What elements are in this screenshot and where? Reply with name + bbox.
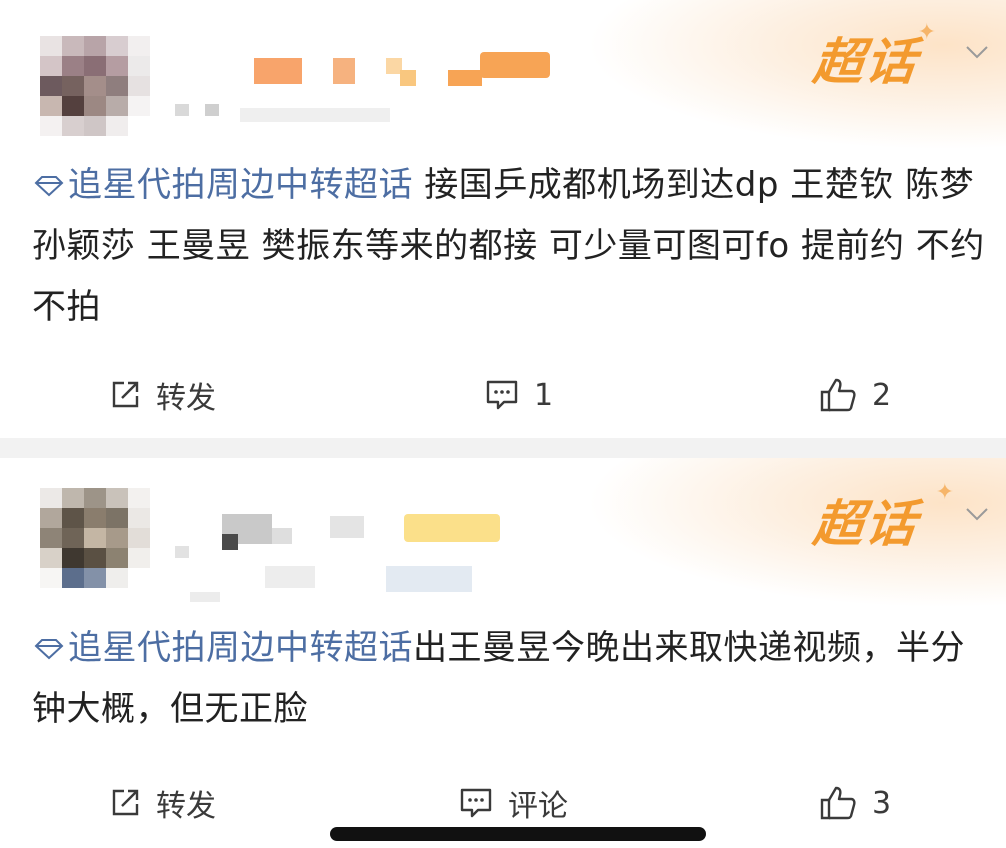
avatar[interactable] [40, 36, 150, 136]
supertopic-badge[interactable]: 超话 [810, 22, 922, 94]
fan-badge [404, 514, 500, 542]
timestamp-redacted [205, 104, 219, 116]
comment-count: 1 [534, 377, 554, 413]
diamond-icon [34, 639, 64, 660]
username-redacted [254, 58, 302, 84]
like-icon [820, 378, 856, 412]
post-text: 追星代拍周边中转超话 接国乒成都机场到达dp 王楚钦 陈梦 孙颖莎 王曼昱 樊振… [32, 155, 986, 338]
comment-icon [486, 380, 518, 410]
action-bar: 转发 1 2 [0, 370, 1006, 420]
topic-name: 追星代拍周边中转超话 [68, 628, 413, 668]
repost-icon [112, 789, 139, 816]
post-text: 追星代拍周边中转超话出王曼昱今晚出来取快递视频，半分钟大概，但无正脸 [32, 618, 986, 740]
like-icon [820, 786, 856, 820]
chevron-down-icon[interactable] [964, 44, 990, 60]
timestamp-redacted [386, 566, 472, 592]
sparkle-icon: ✦ [935, 480, 954, 505]
sparkle-icon: ✦ [917, 20, 936, 45]
timestamp-redacted [175, 104, 189, 116]
timestamp-redacted [240, 108, 390, 122]
like-button[interactable]: 3 [818, 778, 891, 828]
badge-glow [586, 0, 1006, 150]
post-card[interactable]: 超话 ✦ 追星代拍周边中转超话 接国乒成都机场到达dp 王楚钦 陈梦 孙颖莎 王… [0, 0, 1006, 438]
like-count: 3 [872, 785, 892, 821]
repost-icon [112, 381, 139, 408]
timestamp-redacted [265, 566, 315, 588]
username-redacted [330, 516, 364, 538]
repost-button[interactable]: 转发 [108, 778, 216, 828]
comment-button[interactable]: 1 [484, 370, 553, 420]
post-card[interactable]: 超话 ✦ 追星代拍周边中转超话出王曼昱今晚出来取快递视频，半分钟大概，但无正脸 … [0, 458, 1006, 848]
repost-button[interactable]: 转发 [108, 370, 216, 420]
timestamp-redacted [175, 546, 189, 558]
home-indicator[interactable] [330, 827, 706, 841]
like-button[interactable]: 2 [818, 370, 891, 420]
timestamp-redacted [190, 592, 220, 602]
repost-label: 转发 [156, 381, 216, 416]
username-redacted [333, 58, 355, 84]
topic-link[interactable]: 追星代拍周边中转超话 [32, 165, 413, 205]
comment-icon [460, 788, 492, 818]
action-bar: 转发 评论 3 [0, 778, 1006, 828]
username-redacted [272, 528, 292, 544]
chevron-down-icon[interactable] [964, 506, 990, 522]
fan-badge [448, 70, 482, 86]
repost-label: 转发 [156, 789, 216, 824]
diamond-icon [34, 176, 64, 197]
supertopic-badge[interactable]: 超话 [810, 484, 922, 556]
comment-label: 评论 [508, 789, 568, 824]
topic-name: 追星代拍周边中转超话 [68, 165, 413, 205]
fan-badge [480, 52, 550, 78]
username-redacted [222, 534, 238, 550]
like-count: 2 [872, 377, 892, 413]
topic-link[interactable]: 追星代拍周边中转超话 [32, 628, 413, 668]
comment-button[interactable]: 评论 [458, 778, 568, 828]
username-redacted [400, 70, 416, 86]
avatar[interactable] [40, 488, 150, 588]
